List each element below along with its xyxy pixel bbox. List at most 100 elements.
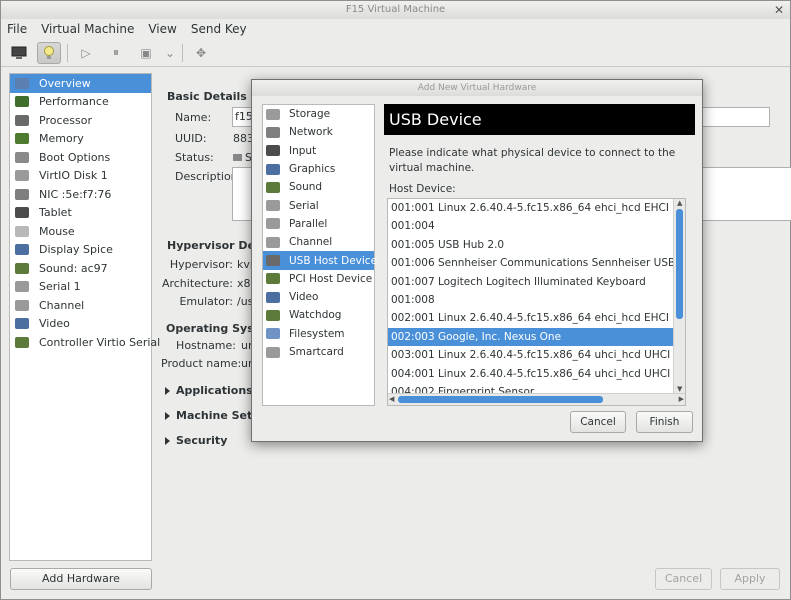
- emulator-label: Emulator:: [179, 295, 233, 308]
- expander-arrow-icon: [165, 437, 170, 445]
- dialog-cancel-button[interactable]: Cancel: [570, 411, 626, 433]
- sidebar-item-channel[interactable]: Channel: [10, 296, 151, 315]
- security-label: Security: [176, 434, 228, 447]
- hardware-type-network[interactable]: Network: [263, 123, 374, 141]
- hardware-type-label: Input: [289, 144, 317, 157]
- menu-file[interactable]: File: [7, 19, 27, 39]
- sidebar-item-virtio-disk-1[interactable]: VirtIO Disk 1: [10, 167, 151, 186]
- add-hardware-button[interactable]: Add Hardware: [10, 568, 152, 590]
- architecture-label: Architecture:: [161, 277, 233, 290]
- host-device-label: Host Device:: [389, 183, 456, 195]
- serial-icon: [13, 280, 31, 294]
- device-row[interactable]: 001:005 USB Hub 2.0: [388, 236, 673, 254]
- menu-view[interactable]: View: [148, 19, 176, 39]
- status-value: S: [233, 151, 252, 164]
- hardware-type-input[interactable]: Input: [263, 142, 374, 160]
- hardware-type-sound[interactable]: Sound: [263, 178, 374, 196]
- horizontal-scroll-thumb[interactable]: [398, 396, 603, 403]
- parallel-icon: [264, 217, 282, 231]
- hardware-type-video[interactable]: Video: [263, 288, 374, 306]
- usb-device-header: USB Device: [384, 104, 695, 135]
- hardware-type-label: PCI Host Device: [289, 272, 373, 285]
- menu-virtual-machine[interactable]: Virtual Machine: [41, 19, 134, 39]
- details-lightbulb-icon[interactable]: [37, 41, 61, 64]
- device-row[interactable]: 003:001 Linux 2.6.40.4-5.fc15.x86_64 uhc…: [388, 346, 673, 364]
- chevron-down-icon[interactable]: ⌄: [164, 42, 176, 64]
- hardware-type-serial[interactable]: Serial: [263, 196, 374, 214]
- hardware-type-smartcard[interactable]: Smartcard: [263, 343, 374, 361]
- device-row[interactable]: 001:001 Linux 2.6.40.4-5.fc15.x86_64 ehc…: [388, 199, 673, 217]
- applications-expander[interactable]: Applications: [165, 384, 253, 397]
- hardware-list: Overview Performance Processor Memory Boot O…: [9, 73, 160, 561]
- sidebar-item-tablet[interactable]: Tablet: [10, 204, 151, 223]
- pause-icon[interactable]: ⏸: [104, 42, 128, 64]
- name-value: f15: [235, 110, 253, 123]
- sidebar-item-processor[interactable]: Processor: [10, 111, 151, 130]
- sidebar-item-performance[interactable]: Performance: [10, 93, 151, 112]
- scroll-down-icon[interactable]: ▼: [677, 385, 682, 393]
- dialog-title: Add New Virtual Hardware: [252, 80, 702, 96]
- sidebar-item-label: Serial 1: [39, 280, 81, 294]
- hardware-type-storage[interactable]: Storage: [263, 105, 374, 123]
- expander-arrow-icon: [165, 387, 170, 395]
- fullscreen-icon[interactable]: ✥: [189, 42, 213, 64]
- tablet-icon: [13, 206, 31, 220]
- architecture-value: x8: [237, 277, 251, 290]
- hardware-type-label: USB Host Device: [289, 254, 378, 267]
- hardware-type-pci-host-device[interactable]: PCI Host Device: [263, 270, 374, 288]
- sidebar-item-boot-options[interactable]: Boot Options: [10, 148, 151, 167]
- hardware-type-filesystem[interactable]: Filesystem: [263, 325, 374, 343]
- sidebar-item-controller-virtio-serial[interactable]: Controller Virtio Serial: [10, 333, 160, 352]
- device-row[interactable]: 001:006 Sennheiser Communications Sennhe…: [388, 254, 673, 272]
- shutdown-icon[interactable]: ▣: [134, 42, 158, 64]
- sidebar-item-nic-5e-f7-76[interactable]: NIC :5e:f7:76: [10, 185, 151, 204]
- apply-button[interactable]: Apply: [720, 568, 780, 590]
- device-row[interactable]: 004:001 Linux 2.6.40.4-5.fc15.x86_64 uhc…: [388, 365, 673, 383]
- finish-button[interactable]: Finish: [636, 411, 693, 433]
- device-row[interactable]: 001:007 Logitech Logitech Illuminated Ke…: [388, 273, 673, 291]
- sidebar-item-mouse[interactable]: Mouse: [10, 222, 151, 241]
- processor-icon: [13, 113, 31, 127]
- nic-icon: [13, 187, 31, 201]
- hardware-type-label: Network: [289, 126, 333, 139]
- hardware-type-label: Serial: [289, 199, 319, 212]
- hardware-type-watchdog[interactable]: Watchdog: [263, 306, 374, 324]
- device-row[interactable]: 001:004: [388, 217, 673, 235]
- cancel-button[interactable]: Cancel: [655, 568, 712, 590]
- menu-send-key[interactable]: Send Key: [191, 19, 247, 39]
- sidebar-item-serial-1[interactable]: Serial 1: [10, 278, 151, 297]
- sidebar-item-label: Overview: [39, 76, 91, 90]
- sidebar-item-overview[interactable]: Overview: [10, 74, 151, 93]
- sidebar-item-sound-ac97[interactable]: Sound: ac97: [10, 259, 151, 278]
- scroll-up-icon[interactable]: ▲: [677, 199, 682, 207]
- scroll-right-icon[interactable]: ▶: [679, 395, 684, 403]
- security-expander[interactable]: Security: [165, 434, 227, 447]
- vertical-scroll-thumb[interactable]: [676, 209, 683, 319]
- hardware-type-parallel[interactable]: Parallel: [263, 215, 374, 233]
- scroll-left-icon[interactable]: ◀: [389, 395, 394, 403]
- sidebar-item-label: Controller Virtio Serial: [39, 335, 161, 349]
- device-row[interactable]: 002:001 Linux 2.6.40.4-5.fc15.x86_64 ehc…: [388, 309, 673, 327]
- usb-description: Please indicate what physical device to …: [389, 147, 676, 174]
- hardware-type-graphics[interactable]: Graphics: [263, 160, 374, 178]
- graphics-icon: [264, 162, 282, 176]
- device-row[interactable]: 002:003 Google, Inc. Nexus One: [388, 327, 673, 347]
- run-icon[interactable]: ▷: [74, 42, 98, 64]
- uuid-label: UUID:: [175, 132, 207, 145]
- sidebar-item-video[interactable]: Video: [10, 315, 151, 334]
- vertical-scrollbar[interactable]: ▲ ▼: [673, 199, 685, 393]
- sidebar-item-display-spice[interactable]: Display Spice: [10, 241, 151, 260]
- hardware-type-label: Sound: [289, 181, 323, 194]
- sidebar-item-label: NIC :5e:f7:76: [39, 187, 112, 201]
- serial-icon: [264, 199, 282, 213]
- status-label: Status:: [175, 151, 214, 164]
- close-icon[interactable]: ✕: [774, 1, 784, 19]
- horizontal-scrollbar[interactable]: ◀ ▶: [388, 393, 685, 405]
- smartcard-icon: [264, 345, 282, 359]
- console-icon[interactable]: [7, 42, 31, 64]
- hardware-type-label: Storage: [289, 108, 331, 121]
- hardware-type-channel[interactable]: Channel: [263, 233, 374, 251]
- hardware-type-usb-host-device[interactable]: USB Host Device: [263, 251, 378, 270]
- sidebar-item-memory[interactable]: Memory: [10, 130, 151, 149]
- device-row[interactable]: 001:008: [388, 291, 673, 309]
